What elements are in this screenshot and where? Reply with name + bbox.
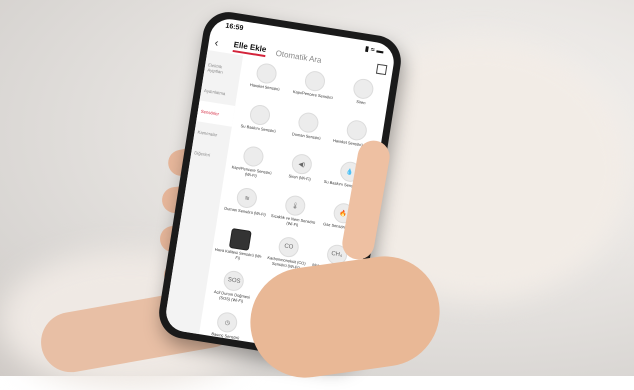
device-label: Hareket Sensörü bbox=[249, 82, 281, 92]
device-tile[interactable]: Su Baskını Sensörü bbox=[231, 101, 286, 150]
device-tile[interactable]: ◀) Siren (Wi-Fi) bbox=[273, 150, 328, 199]
device-tile[interactable]: Siren bbox=[334, 75, 389, 124]
scan-icon[interactable] bbox=[375, 63, 388, 76]
status-time: 16:59 bbox=[224, 22, 244, 33]
device-tile[interactable]: Kapı/Pencere Sensörü (Wi-Fi) bbox=[225, 143, 280, 192]
device-label: Duman Sensörü (Wi-Fi) bbox=[223, 205, 267, 218]
device-label: Siren (Wi-Fi) bbox=[288, 173, 312, 182]
device-label: Kapı/Pencere Sensörü (Wi-Fi) bbox=[231, 164, 272, 178]
device-label: Acil Durum Düğmesi (SOS) (Wi-Fi) bbox=[213, 288, 251, 304]
device-tile[interactable]: 🌡 Sıcaklık ve Nem Sensörü (Wi-Fi) bbox=[266, 192, 321, 241]
device-label: Sıcaklık ve Nem Sensörü (Wi-Fi) bbox=[270, 212, 316, 227]
device-icon bbox=[345, 118, 368, 142]
device-icon bbox=[229, 228, 253, 251]
device-icon bbox=[242, 145, 266, 168]
device-icon bbox=[351, 77, 375, 101]
device-tile[interactable]: Hava Kalitesi Sensörü (Wi-Fi) bbox=[212, 226, 267, 275]
device-tile[interactable]: Kapı/Pencere Sensörü bbox=[286, 67, 341, 116]
device-icon bbox=[255, 62, 279, 85]
device-icon bbox=[296, 111, 320, 135]
device-icon: ◀) bbox=[290, 152, 314, 176]
device-icon bbox=[303, 69, 327, 93]
device-label: Hava Kalitesi Sensörü (Wi-Fi) bbox=[214, 246, 263, 261]
device-icon bbox=[248, 103, 272, 127]
category-item[interactable]: Diğerleri bbox=[190, 142, 229, 168]
device-icon: CO bbox=[277, 235, 301, 259]
device-tile[interactable]: ≋ Duman Sensörü (Wi-Fi) bbox=[218, 184, 273, 233]
device-icon: ◷ bbox=[216, 311, 239, 334]
device-label: Siren bbox=[355, 98, 366, 106]
device-label: Kapı/Pencere Sensörü bbox=[292, 88, 334, 101]
device-label: Basınç Sensörü bbox=[211, 331, 240, 341]
device-tile[interactable]: Hareket Sensörü bbox=[238, 60, 293, 109]
device-icon: ≋ bbox=[235, 186, 259, 210]
device-label: Duman Sensörü bbox=[291, 131, 321, 141]
back-icon[interactable]: ‹ bbox=[214, 37, 230, 51]
device-icon: 🌡 bbox=[283, 194, 307, 218]
device-icon: SOS bbox=[222, 269, 246, 293]
status-icons: ▮ ≈ ▬ bbox=[364, 45, 384, 56]
device-tile[interactable]: Duman Sensörü bbox=[279, 109, 334, 158]
device-label: Su Baskını Sensörü bbox=[240, 123, 277, 134]
